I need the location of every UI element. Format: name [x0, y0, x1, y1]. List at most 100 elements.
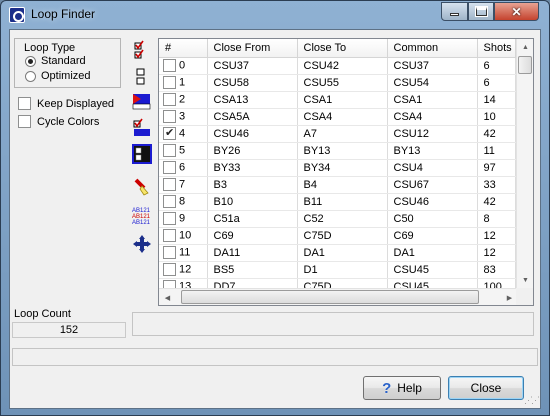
horizontal-scrollbar[interactable]: ◀ ▶	[159, 288, 518, 305]
scroll-left-icon[interactable]: ◀	[159, 289, 176, 305]
vertical-scroll-thumb[interactable]	[518, 56, 532, 74]
row-index-cell: 3	[159, 108, 208, 126]
table-row[interactable]: 7 B3 B4 CSU67 33	[159, 176, 516, 194]
common-cell: BY13	[387, 142, 478, 160]
column-header-close-from[interactable]: Close From	[207, 39, 298, 58]
help-icon: ?	[382, 379, 392, 397]
title-bar[interactable]: Loop Finder ✕	[1, 1, 549, 29]
row-number: 2	[179, 93, 186, 106]
row-checkbox[interactable]	[163, 110, 176, 123]
row-checkbox[interactable]	[163, 76, 176, 89]
row-checkbox[interactable]	[163, 59, 176, 72]
close-window-button[interactable]: ✕	[494, 2, 539, 21]
row-checkbox[interactable]	[163, 229, 176, 242]
row-number: 3	[179, 110, 186, 123]
close-button-label: Close	[470, 381, 502, 395]
row-checkbox[interactable]	[163, 93, 176, 106]
keep-displayed-box[interactable]	[18, 97, 31, 110]
radio-standard-indicator[interactable]	[25, 55, 36, 67]
close-to-cell: C75D	[297, 227, 388, 245]
column-header-shots[interactable]: Shots	[477, 39, 516, 58]
maximize-button[interactable]	[468, 2, 494, 21]
common-cell: CSU67	[387, 176, 478, 194]
eraser-icon	[134, 178, 149, 196]
shots-cell: 10	[477, 108, 516, 126]
table-row[interactable]: 12 BS5 D1 CSU45 83	[159, 261, 516, 279]
table-row[interactable]: 4 CSU46A7CSU1242	[159, 125, 516, 143]
table-row[interactable]: 11 DA11 DA1 DA1 12	[159, 244, 516, 262]
column-header-number[interactable]: #	[159, 39, 208, 58]
text-list-icon: AB121 AB121 AB121	[132, 208, 151, 226]
eraser-button[interactable]	[130, 174, 154, 198]
cycle-colors-box[interactable]	[18, 115, 31, 128]
shots-cell: 97	[477, 159, 516, 177]
radio-standard[interactable]: Standard	[25, 55, 86, 67]
uncheck-all-button[interactable]	[130, 64, 154, 88]
row-index-cell: 1	[159, 74, 208, 92]
loop-count-label: Loop Count	[14, 308, 71, 320]
table-row[interactable]: 5 BY26 BY13 BY13 11	[159, 142, 516, 160]
common-cell: CSU45	[387, 261, 478, 279]
row-number: 6	[179, 161, 186, 174]
move-button[interactable]	[130, 232, 154, 256]
close-icon: ✕	[511, 4, 522, 19]
shots-cell: 12	[477, 244, 516, 262]
table-row[interactable]: 9 C51a C52 C50 8	[159, 210, 516, 228]
row-checkbox[interactable]	[163, 126, 176, 140]
table-row[interactable]: 1 CSU58 CSU55 CSU54 6	[159, 74, 516, 92]
minimize-icon	[450, 13, 459, 16]
help-button[interactable]: ? Help	[363, 376, 441, 400]
table-row[interactable]: 3 CSA5A CSA4 CSA4 10	[159, 108, 516, 126]
horizontal-scroll-thumb[interactable]	[181, 290, 479, 304]
loop-list[interactable]: # Close From Close To Common Shots 0 CSU3…	[158, 38, 534, 306]
table-row[interactable]: 2 CSA13 CSA1 CSA1 14	[159, 91, 516, 109]
vertical-scrollbar[interactable]: ▲ ▼	[516, 39, 533, 289]
radio-optimized[interactable]: Optimized	[25, 70, 91, 82]
close-to-cell: B4	[297, 176, 388, 194]
close-from-cell: C69	[207, 227, 298, 245]
common-cell: CSU37	[387, 57, 478, 75]
row-checkbox[interactable]	[163, 263, 176, 276]
row-checkbox[interactable]	[163, 212, 176, 225]
column-header-close-to[interactable]: Close To	[297, 39, 388, 58]
black-fill-button[interactable]	[130, 142, 154, 166]
common-cell: C69	[387, 227, 478, 245]
row-checkbox[interactable]	[163, 246, 176, 259]
close-to-cell: CSA4	[297, 108, 388, 126]
resize-grip-icon[interactable]: ⋰⋰	[524, 395, 540, 406]
row-index-cell: 6	[159, 159, 208, 177]
cycle-colors-checkbox[interactable]: Cycle Colors	[18, 115, 99, 128]
row-checkbox[interactable]	[163, 195, 176, 208]
row-index-cell: 10	[159, 227, 208, 245]
color-check-button[interactable]	[130, 116, 154, 140]
text-list-button[interactable]: AB121 AB121 AB121	[130, 204, 154, 228]
close-to-cell: BY13	[297, 142, 388, 160]
check-all-button[interactable]	[130, 38, 154, 62]
table-row[interactable]: 10 C69 C75D C69 12	[159, 227, 516, 245]
move-arrows-icon	[133, 235, 151, 253]
flag-color-button[interactable]	[130, 90, 154, 114]
radio-standard-label: Standard	[41, 55, 86, 67]
shots-cell: 14	[477, 91, 516, 109]
status-bar	[12, 348, 538, 366]
table-row[interactable]: 6 BY33 BY34 CSU4 97	[159, 159, 516, 177]
keep-displayed-checkbox[interactable]: Keep Displayed	[18, 97, 114, 110]
table-row[interactable]: 0 CSU37 CSU42 CSU37 6	[159, 57, 516, 75]
scroll-up-icon[interactable]: ▲	[517, 39, 533, 56]
table-row[interactable]: 8 B10 B11 CSU46 42	[159, 193, 516, 211]
row-checkbox[interactable]	[163, 178, 176, 191]
row-number: 1	[179, 76, 186, 89]
close-from-cell: CSU46	[207, 125, 298, 143]
row-checkbox[interactable]	[163, 161, 176, 174]
row-checkbox[interactable]	[163, 144, 176, 157]
scroll-down-icon[interactable]: ▼	[517, 272, 533, 289]
close-button[interactable]: Close	[448, 376, 524, 400]
close-to-cell: CSA1	[297, 91, 388, 109]
radio-optimized-indicator[interactable]	[25, 70, 36, 82]
close-from-cell: CSU37	[207, 57, 298, 75]
shots-cell: 6	[477, 57, 516, 75]
row-index-cell: 4	[159, 125, 208, 143]
column-header-common[interactable]: Common	[387, 39, 478, 58]
close-from-cell: B3	[207, 176, 298, 194]
minimize-button[interactable]	[441, 2, 468, 21]
